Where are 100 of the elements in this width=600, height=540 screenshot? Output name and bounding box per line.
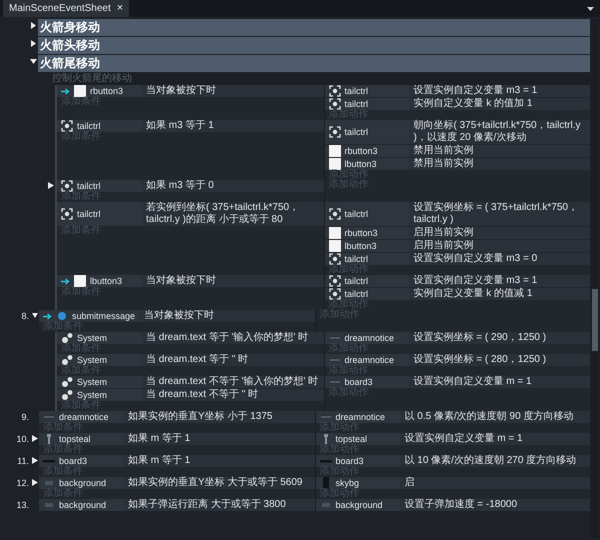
action-object[interactable]: tailctrl xyxy=(324,253,408,265)
condition-object[interactable]: board3 xyxy=(39,455,123,467)
action-text[interactable]: 以 0.5 像素/次的速度朝 90 度方向移动 xyxy=(400,411,590,423)
condition-object[interactable]: System xyxy=(57,389,141,401)
gears-icon xyxy=(61,389,73,401)
action-text[interactable]: 设置实例自定义变量 m3 = 1 xyxy=(408,85,590,97)
action-text[interactable]: 设置实例自定义变量 m = 1 xyxy=(408,376,590,388)
condition-text[interactable]: 如果 m3 等于 1 xyxy=(141,120,324,132)
condition-text[interactable]: 当 dream.text 不等于 '输入你的梦想' 时 xyxy=(141,376,324,388)
event-number: 8. xyxy=(21,310,30,322)
condition-object[interactable]: tailctrl xyxy=(57,180,141,192)
condition-object[interactable]: System xyxy=(57,376,141,388)
condition-text[interactable]: 当 dream.text 等于 '输入你的梦想' 时 xyxy=(141,332,324,344)
condition-text[interactable]: 如果 m 等于 1 xyxy=(123,455,314,467)
expand-icon[interactable] xyxy=(30,22,37,29)
target-icon xyxy=(328,85,340,97)
action-text[interactable]: 设置实例坐标 = ( 280，1250 ) xyxy=(408,354,590,366)
action-text[interactable]: 设置实例坐标 = ( 290，1250 ) xyxy=(408,332,590,344)
target-icon xyxy=(328,126,340,138)
action-object[interactable]: board3 xyxy=(316,455,400,467)
condition-object[interactable]: System xyxy=(57,332,141,344)
condition-object[interactable]: tailctrl xyxy=(57,202,141,226)
action-object[interactable]: background xyxy=(316,499,400,511)
target-icon xyxy=(61,120,73,132)
close-tab-button[interactable]: × xyxy=(116,2,124,15)
action-object[interactable]: lbutton3 xyxy=(324,158,408,170)
action-object[interactable]: tailctrl xyxy=(324,202,408,226)
square-icon xyxy=(328,158,340,170)
action-object[interactable]: dreamnotice xyxy=(324,332,408,344)
condition-object[interactable]: lbutton3 xyxy=(57,275,141,287)
condition-text[interactable]: 当对象被按下时 xyxy=(139,310,314,322)
condition-text[interactable]: 当 dream.text 不等于 '' 时 xyxy=(141,389,324,401)
condition-text[interactable]: 如果实例的垂直Y坐标 大于或等于 5609 xyxy=(123,477,314,489)
condition-text[interactable]: 当 dream.text 等于 '' 时 xyxy=(141,354,324,366)
group-header[interactable]: 火箭头移动 xyxy=(38,37,590,54)
dot-icon xyxy=(56,310,68,322)
action-text[interactable]: 设置实例自定义变量 m = 1 xyxy=(400,433,590,445)
action-object[interactable]: dreamnotice xyxy=(316,411,400,423)
action-object[interactable]: lbutton3 xyxy=(324,240,408,252)
condition-object[interactable]: System xyxy=(57,354,141,366)
dropdown-caret-icon[interactable] xyxy=(587,6,594,10)
action-text[interactable]: 实例自定义变量 k 的值加 1 xyxy=(408,98,590,110)
condition-text[interactable]: 如果 m3 等于 0 xyxy=(141,180,324,192)
action-text[interactable]: 启 xyxy=(400,477,590,489)
gears-icon xyxy=(61,354,73,366)
condition-text[interactable]: 若实例到坐标( 375+tailctrl.k*750，tailctrl.y )的距离 小于或等于 80 xyxy=(141,202,324,226)
action-text[interactable]: 实例自定义变量 k 的值减 1 xyxy=(408,288,590,300)
condition-text[interactable]: 当对象被按下时 xyxy=(141,85,324,97)
action-text[interactable]: 设置实例自定义变量 m3 = 1 xyxy=(408,275,590,287)
action-object[interactable]: board3 xyxy=(324,376,408,388)
action-text[interactable]: 设置实例自定义变量 m3 = 0 xyxy=(408,253,590,265)
gears-icon xyxy=(61,376,73,388)
action-text[interactable]: 设置实例坐标 = ( 375+tailctrl.k*750，tailctrl.y ) xyxy=(408,202,590,226)
action-text[interactable]: 朝向坐标( 375+tailctrl.k*750，tailctrl.y )，以速度 20 像素/次移动 xyxy=(408,120,590,144)
sheet-tab[interactable]: MainSceneEventSheet × xyxy=(3,0,130,17)
action-text[interactable]: 启用当前实例 xyxy=(408,240,590,252)
condition-object[interactable]: background xyxy=(39,499,123,511)
square-icon xyxy=(74,275,86,287)
event-number: 12. xyxy=(16,477,30,489)
condition-object[interactable]: dreamnotice xyxy=(39,411,123,423)
action-text[interactable]: 设置子弹加速度 = -18000 xyxy=(400,499,590,511)
action-object[interactable]: tailctrl xyxy=(324,288,408,300)
event-number: 10. xyxy=(16,433,30,445)
target-icon xyxy=(328,275,340,287)
action-text[interactable]: 启用当前实例 xyxy=(408,227,590,239)
condition-object[interactable]: topsteal xyxy=(39,433,123,445)
condition-text[interactable]: 如果实例的垂直Y坐标 小于 1375 xyxy=(123,411,314,423)
target-icon xyxy=(328,288,340,300)
event-number: 13. xyxy=(16,499,30,511)
condition-text[interactable]: 当对象被按下时 xyxy=(141,275,324,287)
action-text[interactable]: 禁用当前实例 xyxy=(408,145,590,157)
square-icon xyxy=(74,85,86,97)
action-object[interactable]: tailctrl xyxy=(324,85,408,97)
collapse-icon[interactable] xyxy=(30,58,37,65)
event-number: 11. xyxy=(17,455,30,467)
condition-object[interactable]: rbutton3 xyxy=(57,85,141,97)
target-icon xyxy=(61,208,73,220)
square-icon xyxy=(328,240,340,252)
expand-icon[interactable] xyxy=(30,40,37,47)
action-text[interactable]: 以 10 像素/次的速度朝 270 度方向移动 xyxy=(400,455,590,467)
gears-icon xyxy=(61,332,73,344)
action-object[interactable]: tailctrl xyxy=(324,120,408,144)
action-object[interactable]: rbutton3 xyxy=(324,227,408,239)
group-header[interactable]: 火箭尾移动 xyxy=(38,55,590,72)
condition-object[interactable]: background xyxy=(39,477,123,489)
action-object[interactable]: tailctrl xyxy=(324,275,408,287)
scrollbar[interactable] xyxy=(591,19,599,538)
action-object[interactable]: dreamnotice xyxy=(324,354,408,366)
condition-object[interactable]: tailctrl xyxy=(57,120,141,132)
action-object[interactable]: tailctrl xyxy=(324,98,408,110)
condition-text[interactable]: 如果 m 等于 1 xyxy=(123,433,314,445)
target-icon xyxy=(328,253,340,265)
action-object[interactable]: rbutton3 xyxy=(324,145,408,157)
condition-object[interactable]: submitmessage xyxy=(39,310,140,322)
action-object[interactable]: skybg xyxy=(316,477,400,489)
target-icon xyxy=(328,208,340,220)
group-header[interactable]: 火箭身移动 xyxy=(38,19,590,36)
condition-text[interactable]: 如果子弹运行距离 大于或等于 3800 xyxy=(123,499,314,511)
action-text[interactable]: 禁用当前实例 xyxy=(408,158,590,170)
action-object[interactable]: topsteal xyxy=(316,433,400,445)
